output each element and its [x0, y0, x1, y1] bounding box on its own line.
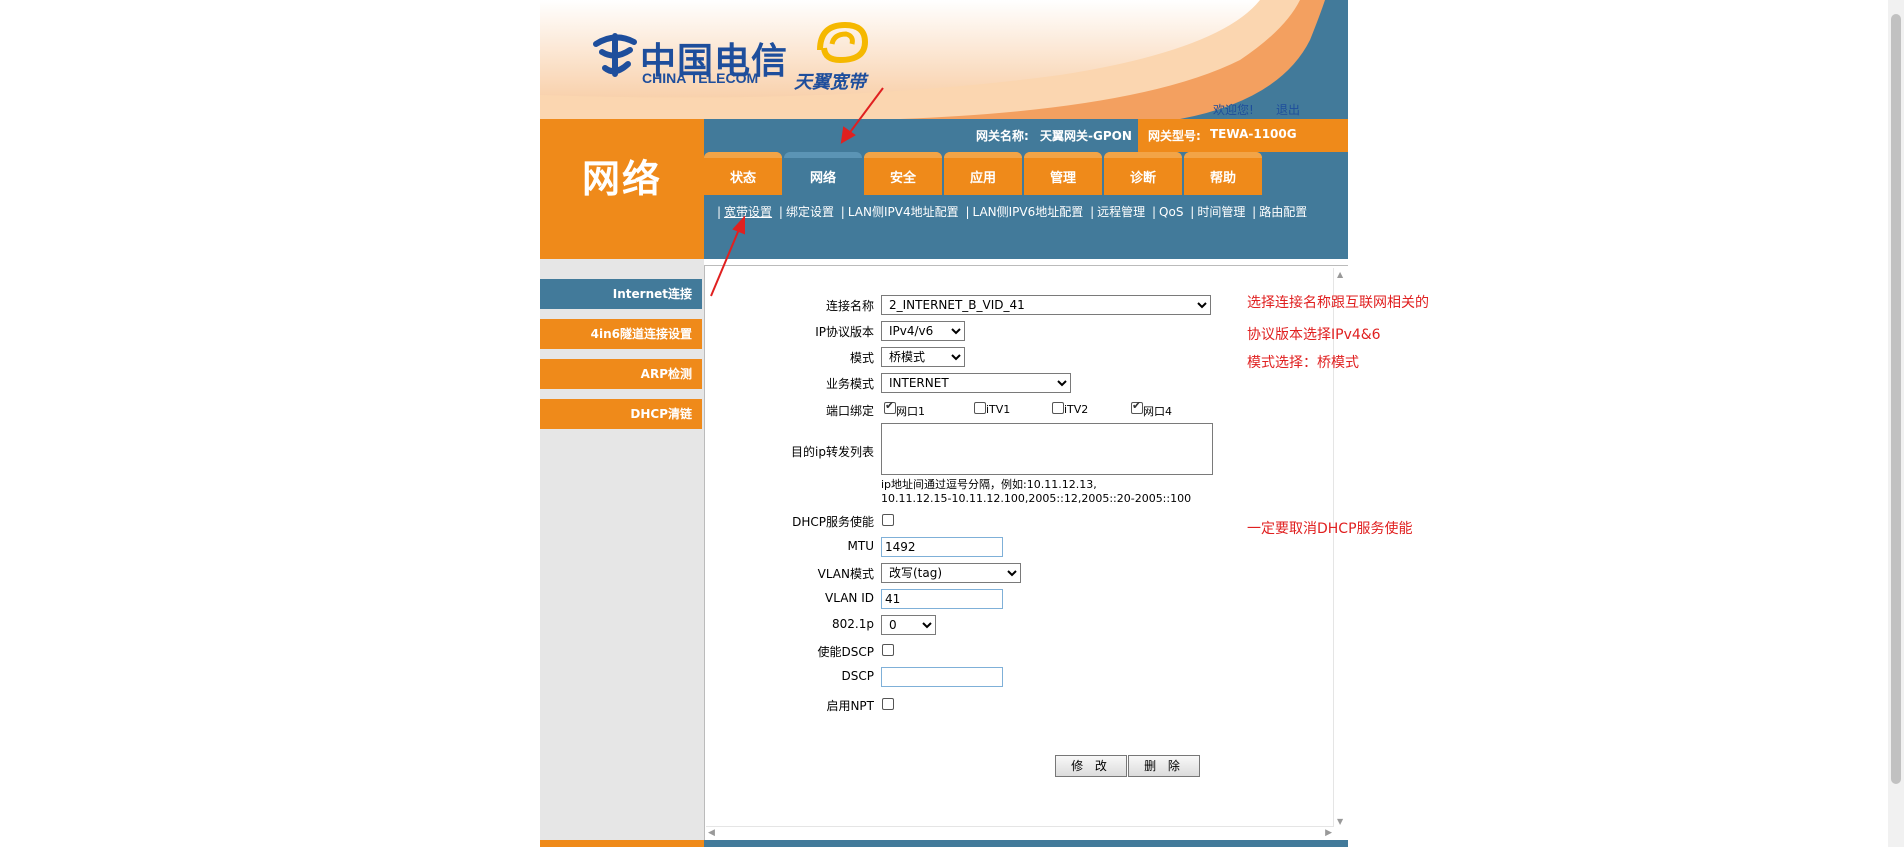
- sub-nav: | 宽带设置 | 绑定设置 | LAN侧IPV4地址配置 | LAN侧IPV6地址配置 …: [714, 203, 1307, 220]
- mtu-input[interactable]: [881, 537, 1003, 557]
- scroll-up-arrow-icon[interactable]: ▲: [1337, 270, 1343, 279]
- sub-nav-separator: |: [840, 205, 845, 219]
- left-menu-internet-connection[interactable]: Internet连接: [540, 279, 702, 309]
- window-scrollbar-thumb[interactable]: [1891, 14, 1901, 784]
- enable-npt-checkbox[interactable]: [882, 698, 894, 710]
- ip-version-select[interactable]: IPv4/v6: [881, 321, 965, 341]
- dest-ip-hint-line1: ip地址间通过逗号分隔，例如:10.11.12.13,: [881, 478, 1097, 491]
- tab-diagnosis[interactable]: 诊断: [1104, 152, 1182, 195]
- dscp-input[interactable]: [881, 667, 1003, 687]
- annotation-dhcp: 一定要取消DHCP服务使能: [1247, 521, 1413, 537]
- subnav-lan-ipv4[interactable]: LAN侧IPV4地址配置: [848, 205, 959, 219]
- brand-en-text: CHINA TELECOM: [642, 70, 759, 86]
- sub-nav-separator: |: [965, 205, 970, 219]
- subnav-remote-management[interactable]: 远程管理: [1097, 205, 1145, 219]
- scroll-right-arrow-icon[interactable]: ▶: [1325, 828, 1332, 838]
- sub-nav-separator: |: [778, 205, 783, 219]
- dest-ip-list-textarea[interactable]: [881, 423, 1213, 475]
- dscp-label: DSCP: [841, 669, 874, 683]
- service-mode-select[interactable]: INTERNET: [881, 373, 1071, 393]
- port1-label: 网口1: [896, 405, 925, 418]
- tab-help[interactable]: 帮助: [1184, 152, 1262, 195]
- annotation-protocol-version: 协议版本选择IPv4&6: [1247, 327, 1381, 343]
- dhcp-enable-checkbox[interactable]: [882, 514, 894, 526]
- left-menu-arp-detect[interactable]: ARP检测: [540, 359, 702, 389]
- gateway-model-value: TEWA-1100G: [1210, 127, 1297, 141]
- section-title: 网络: [581, 157, 662, 201]
- gateway-name-label: 网关名称:: [976, 129, 1029, 143]
- logout-link[interactable]: 退出: [1276, 101, 1300, 118]
- content-horizontal-scrollbar[interactable]: ◀ ▶: [706, 826, 1334, 841]
- vlan-mode-label: VLAN模式: [817, 567, 874, 581]
- itv1-checkbox[interactable]: [974, 402, 986, 414]
- subnav-lan-ipv6[interactable]: LAN侧IPV6地址配置: [972, 205, 1083, 219]
- left-menu-4in6-tunnel[interactable]: 4in6隧道连接设置: [540, 319, 702, 349]
- tab-security[interactable]: 安全: [864, 152, 942, 195]
- connection-name-label: 连接名称: [825, 299, 874, 313]
- mtu-label: MTU: [847, 539, 874, 553]
- bottom-strip: [704, 840, 1348, 847]
- vlan-id-input[interactable]: [881, 589, 1003, 609]
- dot1p-select[interactable]: 0: [881, 615, 936, 635]
- tianyi-logo-icon: [817, 21, 869, 64]
- china-telecom-logo-icon: [593, 33, 637, 77]
- itv2-label: iTV2: [1064, 403, 1089, 416]
- port-binding-label: 端口绑定: [825, 404, 874, 418]
- port1-checkbox[interactable]: [884, 399, 896, 414]
- dhcp-enable-label: DHCP服务使能: [792, 515, 874, 529]
- connection-name-select[interactable]: 2_INTERNET_B_VID_41: [881, 295, 1211, 315]
- tab-network[interactable]: 网络: [784, 152, 862, 195]
- itv1-label: iTV1: [986, 403, 1011, 416]
- subnav-time-management[interactable]: 时间管理: [1197, 205, 1245, 219]
- gateway-name-value: 天翼网关-GPON: [1040, 129, 1132, 143]
- vlan-id-label: VLAN ID: [825, 591, 874, 605]
- mode-label: 模式: [849, 351, 874, 365]
- bottom-strip-left: [540, 840, 704, 847]
- tab-status[interactable]: 状态: [704, 152, 782, 195]
- sub-nav-separator: |: [1090, 205, 1095, 219]
- dot1p-label: 802.1p: [832, 617, 874, 631]
- itv2-checkbox[interactable]: [1052, 402, 1064, 414]
- mode-select[interactable]: 桥模式: [881, 347, 965, 367]
- subnav-route-config[interactable]: 路由配置: [1259, 205, 1307, 219]
- sub-nav-separator: |: [717, 205, 722, 219]
- port4-label: 网口4: [1143, 405, 1172, 418]
- welcome-link[interactable]: 欢迎您!: [1213, 101, 1254, 118]
- tab-management[interactable]: 管理: [1024, 152, 1102, 195]
- gateway-model-label: 网关型号:: [1148, 129, 1201, 143]
- service-mode-label: 业务模式: [825, 377, 874, 391]
- scroll-left-arrow-icon[interactable]: ◀: [708, 828, 715, 838]
- dest-ip-list-label: 目的ip转发列表: [791, 445, 874, 459]
- modify-button[interactable]: 修 改: [1055, 755, 1127, 777]
- sub-nav-separator: |: [1190, 205, 1195, 219]
- subnav-qos[interactable]: QoS: [1159, 205, 1183, 219]
- sub-brand-text: 天翼宽带: [794, 72, 866, 93]
- scroll-down-arrow-icon[interactable]: ▼: [1337, 817, 1343, 826]
- enable-npt-label: 启用NPT: [826, 699, 874, 713]
- enable-dscp-label: 使能DSCP: [817, 645, 874, 659]
- annotation-connection-name: 选择连接名称跟互联网相关的: [1247, 295, 1429, 311]
- sub-nav-separator: |: [1252, 205, 1257, 219]
- delete-button[interactable]: 删 除: [1128, 755, 1200, 777]
- vlan-mode-select[interactable]: 改写(tag): [881, 563, 1021, 583]
- ip-version-label: IP协议版本: [815, 325, 874, 339]
- subnav-broadband-settings[interactable]: 宽带设置: [724, 205, 772, 219]
- annotation-mode: 模式选择：桥模式: [1247, 355, 1359, 371]
- dest-ip-hint-line2: 10.11.12.15-10.11.12.100,2005::12,2005::…: [881, 492, 1192, 505]
- subnav-binding-settings[interactable]: 绑定设置: [786, 205, 834, 219]
- enable-dscp-checkbox[interactable]: [882, 644, 894, 656]
- port4-checkbox[interactable]: [1131, 399, 1143, 414]
- tab-application[interactable]: 应用: [944, 152, 1022, 195]
- sub-nav-separator: |: [1151, 205, 1157, 219]
- left-menu-dhcp-clear[interactable]: DHCP清链: [540, 399, 702, 429]
